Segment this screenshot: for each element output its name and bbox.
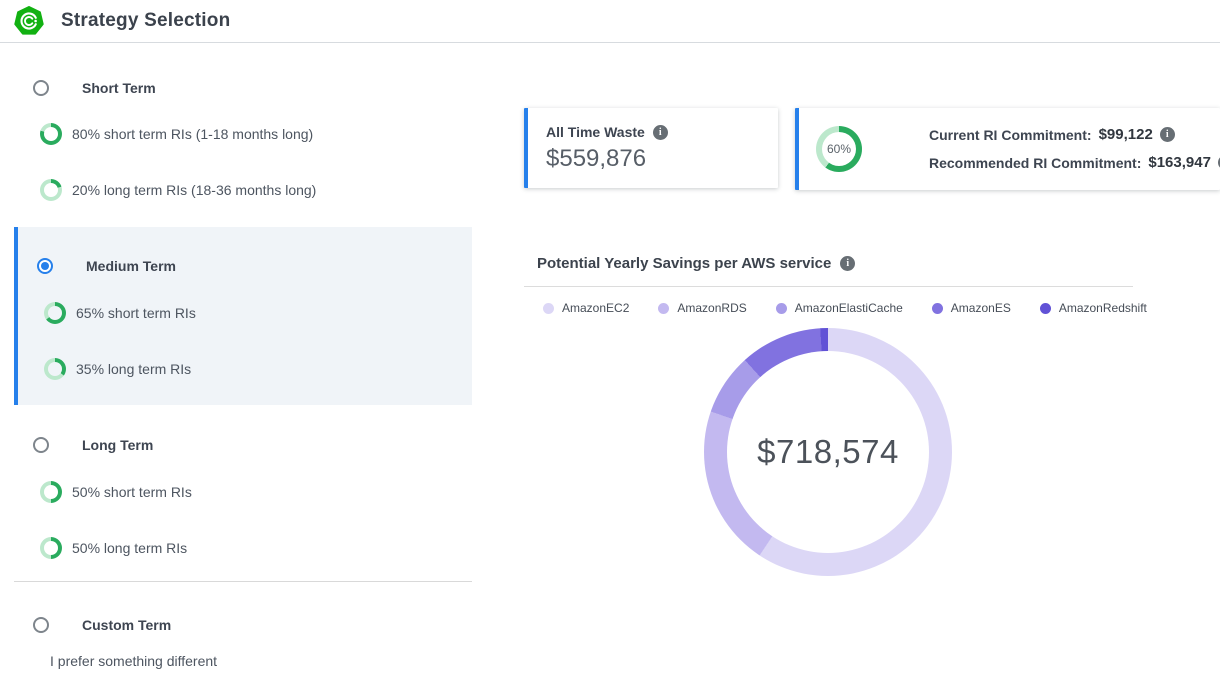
legend-label: AmazonRDS: [677, 301, 746, 315]
strategy-option-medium-term[interactable]: Medium Term: [37, 256, 176, 276]
legend-item[interactable]: AmazonES: [932, 301, 1011, 315]
allocation-label: 50% short term RIs: [72, 484, 192, 500]
info-icon[interactable]: i: [1160, 127, 1175, 142]
allocation-ring-icon: [40, 123, 62, 145]
strategy-option-short-term[interactable]: Short Term: [33, 78, 156, 98]
donut-center-value: $718,574: [757, 433, 899, 471]
strategy-option-long-term[interactable]: Long Term: [33, 435, 153, 455]
strategy-label: Short Term: [82, 80, 156, 96]
strategy-list: Short Term 80% short term RIs (1-18 mont…: [0, 43, 490, 691]
allocation-ring-icon: [44, 302, 66, 324]
chart-divider: [524, 286, 1133, 287]
allocation-item: 20% long term RIs (18-36 months long): [40, 179, 316, 201]
legend-label: AmazonElastiCache: [795, 301, 903, 315]
legend-swatch-icon: [543, 303, 554, 314]
legend-item[interactable]: AmazonRDS: [658, 301, 746, 315]
allocation-label: 80% short term RIs (1-18 months long): [72, 126, 313, 142]
allocation-item: 50% long term RIs: [40, 537, 187, 559]
legend-swatch-icon: [932, 303, 943, 314]
summary-panel: All Time Waste i $559,876 60% Current RI…: [524, 43, 1220, 691]
commitment-gauge: 60%: [816, 126, 862, 172]
legend-item[interactable]: AmazonRedshift: [1040, 301, 1147, 315]
legend-item[interactable]: AmazonElastiCache: [776, 301, 903, 315]
allocation-label: 50% long term RIs: [72, 540, 187, 556]
info-icon[interactable]: i: [653, 125, 668, 140]
sidebar-divider: [14, 581, 472, 582]
strategy-group-medium-term: Medium Term 65% short term RIs 35% long …: [14, 227, 472, 405]
all-time-waste-card: All Time Waste i $559,876: [524, 108, 778, 188]
recommended-commitment-row: Recommended RI Commitment: $163,947 i: [929, 154, 1220, 171]
legend-item[interactable]: AmazonEC2: [543, 301, 629, 315]
donut-hole: $718,574: [727, 351, 929, 553]
radio-long-term[interactable]: [33, 437, 49, 453]
strategy-selection-page: Strategy Selection Short Term 80% short …: [0, 0, 1220, 691]
chart-header: Potential Yearly Savings per AWS service…: [537, 255, 855, 272]
current-commitment-value: $99,122: [1099, 126, 1153, 143]
radio-medium-term[interactable]: [37, 258, 53, 274]
recommended-commitment-value: $163,947: [1148, 154, 1211, 171]
strategy-label: Long Term: [82, 437, 153, 453]
chart-title: Potential Yearly Savings per AWS service: [537, 255, 831, 272]
chart-legend: AmazonEC2 AmazonRDS AmazonElastiCache Amazo…: [543, 301, 1147, 315]
info-icon[interactable]: i: [840, 256, 855, 271]
legend-swatch-icon: [658, 303, 669, 314]
strategy-label: Medium Term: [86, 258, 176, 274]
legend-swatch-icon: [776, 303, 787, 314]
legend-label: AmazonEC2: [562, 301, 629, 315]
page-title: Strategy Selection: [61, 10, 230, 32]
allocation-ring-icon: [40, 179, 62, 201]
allocation-ring-icon: [40, 481, 62, 503]
radio-short-term[interactable]: [33, 80, 49, 96]
waste-value: $559,876: [546, 145, 778, 173]
current-commitment-row: Current RI Commitment: $99,122 i: [929, 126, 1220, 143]
gauge-percent-label: 60%: [827, 142, 851, 156]
allocation-label: 65% short term RIs: [76, 305, 196, 321]
waste-card-label: All Time Waste: [546, 124, 645, 140]
legend-swatch-icon: [1040, 303, 1051, 314]
strategy-label: Custom Term: [82, 617, 171, 633]
allocation-ring-icon: [40, 537, 62, 559]
current-commitment-label: Current RI Commitment:: [929, 127, 1092, 143]
allocation-label: 20% long term RIs (18-36 months long): [72, 182, 316, 198]
page-header: Strategy Selection: [0, 0, 1220, 43]
app-logo-icon: [14, 6, 44, 36]
recommended-commitment-label: Recommended RI Commitment:: [929, 155, 1141, 171]
allocation-item: 50% short term RIs: [40, 481, 192, 503]
custom-term-description: I prefer something different: [50, 653, 217, 669]
legend-label: AmazonES: [951, 301, 1011, 315]
allocation-item: 35% long term RIs: [44, 358, 191, 380]
allocation-ring-icon: [44, 358, 66, 380]
allocation-item: 80% short term RIs (1-18 months long): [40, 123, 313, 145]
strategy-option-custom-term[interactable]: Custom Term: [33, 615, 171, 635]
allocation-label: 35% long term RIs: [76, 361, 191, 377]
ri-commitment-card: 60% Current RI Commitment: $99,122 i Rec…: [795, 108, 1220, 190]
radio-custom-term[interactable]: [33, 617, 49, 633]
legend-label: AmazonRedshift: [1059, 301, 1147, 315]
allocation-item: 65% short term RIs: [44, 302, 196, 324]
savings-donut-chart[interactable]: $718,574: [704, 328, 952, 576]
